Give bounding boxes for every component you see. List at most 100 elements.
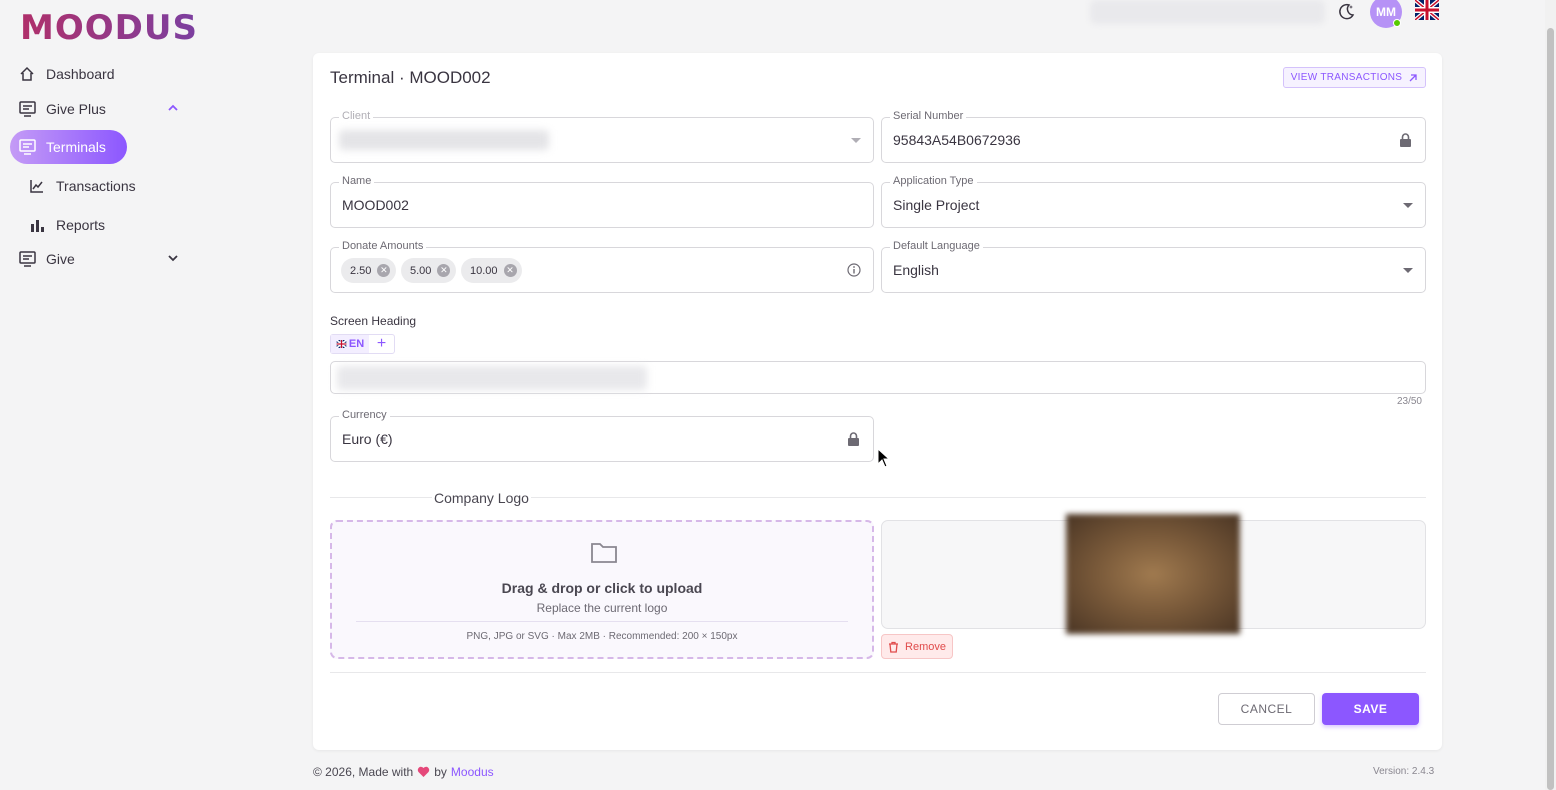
donate-amounts-label: Donate Amounts <box>339 240 427 252</box>
currency-field: Currency Euro (€) <box>330 409 874 462</box>
chevron-down-icon <box>166 251 180 265</box>
uk-flag-icon[interactable] <box>1413 0 1441 22</box>
chevron-down-icon <box>1403 268 1413 273</box>
info-icon[interactable] <box>847 263 861 277</box>
save-button[interactable]: SAVE <box>1322 693 1419 725</box>
language-tabs: EN + <box>330 334 395 354</box>
chevron-up-icon <box>166 101 180 115</box>
serial-number-value: 95843A54B0672936 <box>893 132 1021 148</box>
lock-icon <box>1399 133 1413 147</box>
moodus-logo[interactable]: MOODUS <box>20 8 198 48</box>
arrow-up-right-icon <box>1409 73 1417 81</box>
terminal-icon <box>18 100 36 118</box>
chart-line-icon <box>28 177 46 195</box>
chip-label: 5.00 <box>410 264 432 277</box>
terminal-icon <box>18 250 36 268</box>
screen-heading-input[interactable] <box>330 361 1426 394</box>
close-icon[interactable]: ✕ <box>437 264 451 277</box>
name-label: Name <box>339 175 375 187</box>
chevron-down-icon <box>851 138 861 143</box>
name-field[interactable]: Name MOOD002 <box>330 175 874 228</box>
dropzone-title: Drag & drop or click to upload <box>501 580 703 596</box>
donate-amount-chip[interactable]: 10.00 ✕ <box>461 258 522 283</box>
avatar[interactable]: MM <box>1370 0 1402 28</box>
bar-chart-icon <box>28 216 46 234</box>
default-language-label: Default Language <box>890 240 983 252</box>
remove-logo-button[interactable]: Remove <box>881 634 953 659</box>
search-bar-blurred[interactable] <box>1090 0 1325 24</box>
remove-label: Remove <box>905 640 946 653</box>
currency-label: Currency <box>339 409 390 421</box>
company-logo-image <box>1066 514 1240 634</box>
version-label: Version: 2.4.3 <box>1373 766 1435 777</box>
currency-value: Euro (€) <box>342 431 393 447</box>
client-select[interactable]: Client <box>330 110 874 163</box>
footer-by: by <box>434 765 447 779</box>
logo-dropzone[interactable]: Drag & drop or click to upload Replace t… <box>330 520 874 659</box>
character-counter: 23/50 <box>1396 396 1422 407</box>
company-logo-label: Company Logo <box>432 490 531 506</box>
trash-icon <box>889 641 899 653</box>
home-icon <box>18 65 36 83</box>
sidebar-item-label: Give <box>46 251 75 267</box>
heart-icon <box>418 766 430 777</box>
close-icon[interactable]: ✕ <box>503 264 517 277</box>
lock-icon <box>847 432 861 446</box>
dropzone-hint: PNG, JPG or SVG · Max 2MB · Recommended:… <box>466 631 738 642</box>
serial-number-field: Serial Number 95843A54B0672936 <box>881 110 1426 163</box>
tab-en[interactable]: EN <box>331 335 369 353</box>
online-status-dot <box>1393 19 1401 27</box>
sidebar-item-give-plus[interactable]: Give Plus <box>10 92 178 126</box>
dropzone-divider <box>356 621 848 622</box>
sidebar: MOODUS Dashboard Give Plus Terminals Tra… <box>0 0 200 790</box>
screen-heading-value-blurred <box>337 366 647 390</box>
actions-divider <box>330 672 1426 673</box>
avatar-initials: MM <box>1376 5 1396 19</box>
application-type-select[interactable]: Application Type Single Project <box>881 175 1426 228</box>
dropzone-subtitle: Replace the current logo <box>536 601 668 615</box>
scrollbar-thumb[interactable] <box>1547 28 1554 790</box>
chevron-down-icon <box>1403 203 1413 208</box>
view-transactions-button[interactable]: VIEW TRANSACTIONS <box>1283 67 1426 88</box>
moon-icon[interactable] <box>1336 2 1356 22</box>
chip-label: 10.00 <box>470 264 498 277</box>
close-icon[interactable]: ✕ <box>377 264 391 277</box>
footer-brand-link[interactable]: Moodus <box>451 765 494 779</box>
tab-en-label: EN <box>348 338 365 350</box>
client-label: Client <box>339 110 374 122</box>
footer-copyright: © 2026, Made with by Moodus <box>313 765 494 779</box>
page-title: Terminal · MOOD002 <box>330 68 491 87</box>
client-value-blurred <box>339 130 549 150</box>
sidebar-item-label: Transactions <box>56 178 136 194</box>
folder-icon <box>590 540 618 564</box>
cancel-button[interactable]: CANCEL <box>1218 693 1315 725</box>
sidebar-item-label: Terminals <box>46 139 106 155</box>
sidebar-item-label: Give Plus <box>46 101 106 117</box>
page-scrollbar[interactable] <box>1545 0 1556 790</box>
default-language-select[interactable]: Default Language English <box>881 240 1426 293</box>
screen-heading-label: Screen Heading <box>330 314 417 328</box>
serial-number-label: Serial Number <box>890 110 967 122</box>
name-value: MOOD002 <box>342 197 409 213</box>
sidebar-item-transactions[interactable]: Transactions <box>20 169 136 203</box>
donate-amount-chip[interactable]: 2.50 ✕ <box>341 258 396 283</box>
footer-copyright-text: © 2026, Made with <box>313 765 414 779</box>
chip-label: 2.50 <box>350 264 372 277</box>
application-type-label: Application Type <box>890 175 977 187</box>
uk-flag-icon <box>336 340 347 348</box>
view-transactions-label: VIEW TRANSACTIONS <box>1290 72 1403 83</box>
application-type-value: Single Project <box>893 197 980 213</box>
donate-amount-chip[interactable]: 5.00 ✕ <box>401 258 456 283</box>
sidebar-item-label: Reports <box>56 217 106 233</box>
sidebar-item-reports[interactable]: Reports <box>20 208 105 242</box>
donate-amounts-field[interactable]: Donate Amounts 2.50 ✕ 5.00 ✕ 10.00 ✕ <box>330 240 874 293</box>
terminal-icon <box>18 138 36 156</box>
sidebar-item-give[interactable]: Give <box>10 242 178 276</box>
sidebar-item-terminals[interactable]: Terminals <box>10 130 127 164</box>
add-language-button[interactable]: + <box>369 335 394 353</box>
mouse-cursor-icon <box>877 447 891 468</box>
default-language-value: English <box>893 262 939 278</box>
sidebar-item-label: Dashboard <box>46 66 115 82</box>
sidebar-item-dashboard[interactable]: Dashboard <box>10 57 115 91</box>
terminal-card: Terminal · MOOD002 VIEW TRANSACTIONS Cli… <box>313 53 1442 750</box>
